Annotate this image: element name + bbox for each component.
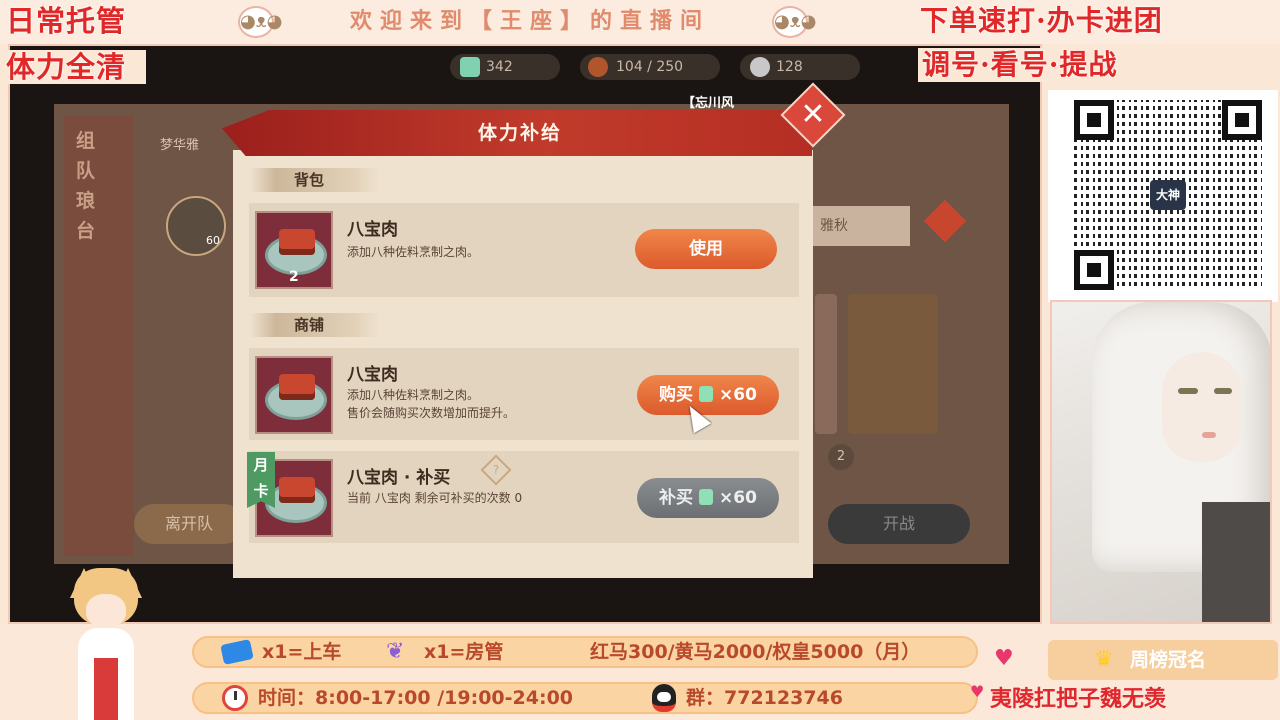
item-description: 添加八种佐料烹制之肉。 (347, 245, 480, 259)
start-battle-button[interactable]: 开战 (828, 504, 970, 544)
streamer-portrait (1050, 300, 1272, 624)
group-text: 群：772123746 (686, 687, 843, 709)
bg-card (815, 294, 837, 434)
resource-bar: 342 104 / 250 128 (450, 50, 920, 84)
item-description: 添加八种佐料烹制之肉。 (347, 388, 480, 402)
cat-icon: ◕ᴥ◕ (238, 6, 282, 38)
use-button[interactable]: 使用 (635, 229, 777, 269)
item-description-2: 售价会随购买次数增加而提升。 (347, 406, 516, 420)
item-name: 八宝肉 (347, 365, 398, 385)
coat-shape (1202, 502, 1270, 622)
help-icon[interactable]: ? (480, 454, 512, 486)
buy-label: 购买 (659, 385, 694, 405)
qq-icon (652, 684, 676, 712)
close-icon[interactable]: ✕ (790, 92, 836, 138)
welcome-text: 欢迎来到【王座】的直播间 (349, 9, 710, 34)
resource-coin: 128 (740, 54, 860, 80)
meat-item-icon: 2 (255, 211, 333, 289)
meat-icon (279, 477, 315, 503)
list-item: 八宝肉 · 补买 ? 当前 八宝肉 剩余可补买的次数 0 补买 ×60 (249, 451, 799, 543)
avatar-level: 60 (206, 234, 220, 247)
bg-card (848, 294, 938, 434)
item-name: 八宝肉 · 补买 (347, 468, 451, 488)
resource-value: 104 / 250 (616, 59, 684, 75)
fox-mascot (56, 568, 156, 720)
rank-name: 夷陵扛把子魏无羡 (990, 686, 1167, 712)
heart-icon: ♥ (994, 646, 1014, 671)
resource-value: 128 (776, 59, 803, 75)
clock-icon (222, 685, 248, 711)
qr-eye-icon (1074, 100, 1114, 140)
meat-icon (279, 374, 315, 400)
lips-shape (1202, 432, 1216, 438)
coin-icon (750, 57, 770, 77)
time-text: 时间：8:00-17:00 /19:00-24:00 (258, 687, 574, 709)
face-shape (1162, 352, 1242, 462)
price-list: 红马300/黄马2000/权皇5000（月） (590, 641, 921, 663)
rebuy-button[interactable]: 补买 ×60 (637, 478, 779, 518)
top-right-label-2: 调号·看号·提战 (918, 48, 1148, 82)
eye-shape (1214, 388, 1232, 394)
bg-badge: 2 (828, 444, 854, 470)
qr-eye-icon (1074, 250, 1114, 290)
item-quantity: 2 (289, 269, 299, 285)
wing-icon: ❦ (386, 639, 405, 664)
rebuy-label: 补买 (659, 488, 694, 508)
qr-eye-icon (1222, 100, 1262, 140)
banner-tag: 【忘川风 (682, 96, 735, 111)
jade-icon (699, 489, 714, 505)
bag-section-label: 背包 (250, 168, 380, 192)
list-item: 八宝肉 添加八种佐料烹制之肉。 售价会随购买次数增加而提升。 购买 ×60 (249, 348, 799, 440)
ticket-text: x1=上车 (262, 641, 342, 663)
jade-icon (699, 386, 714, 402)
dialog-title: 体力补给 (477, 122, 562, 144)
qr-logo: 大神 (1150, 180, 1186, 210)
jade-icon (460, 57, 480, 77)
meat-item-icon (255, 356, 333, 434)
wing-text: x1=房管 (424, 641, 504, 663)
meat-icon (279, 229, 315, 255)
item-description: 当前 八宝肉 剩余可补买的次数 0 (347, 491, 523, 505)
resource-value: 342 (486, 59, 513, 75)
heart-icon: ♥ (970, 682, 985, 701)
top-left-label-2: 体力全清 (2, 50, 147, 84)
resource-jade: 342 (450, 54, 560, 80)
leave-team-button[interactable]: 离开队 (134, 504, 244, 544)
rebuy-price: ×60 (719, 488, 757, 508)
cat-icon: ◕ᴥ◕ (772, 6, 816, 38)
buy-button[interactable]: 购买 ×60 (637, 375, 779, 415)
eye-shape (1178, 388, 1198, 394)
top-left-label-1: 日常托管 (6, 4, 127, 38)
shop-section-label: 商铺 (250, 313, 380, 337)
list-item: 2 八宝肉 添加八种佐料烹制之肉。 使用 (249, 203, 799, 297)
crown-icon: ♛ (1094, 647, 1114, 672)
rank-title: 周榜冠名 (1130, 649, 1207, 671)
meat-icon (588, 57, 608, 77)
top-right-label-1: 下单速打·办卡进团 (920, 4, 1163, 37)
item-name: 八宝肉 (347, 220, 398, 240)
bg-name-field: 雅秋 (810, 206, 910, 246)
buy-price: ×60 (719, 385, 757, 405)
avatar (166, 196, 226, 256)
month-card-badge: 月卡 (247, 452, 275, 508)
side-title: 组队琅台 (76, 130, 96, 242)
resource-stamina: 104 / 250 (580, 54, 720, 80)
bg-title: 梦华雅 (160, 138, 200, 153)
